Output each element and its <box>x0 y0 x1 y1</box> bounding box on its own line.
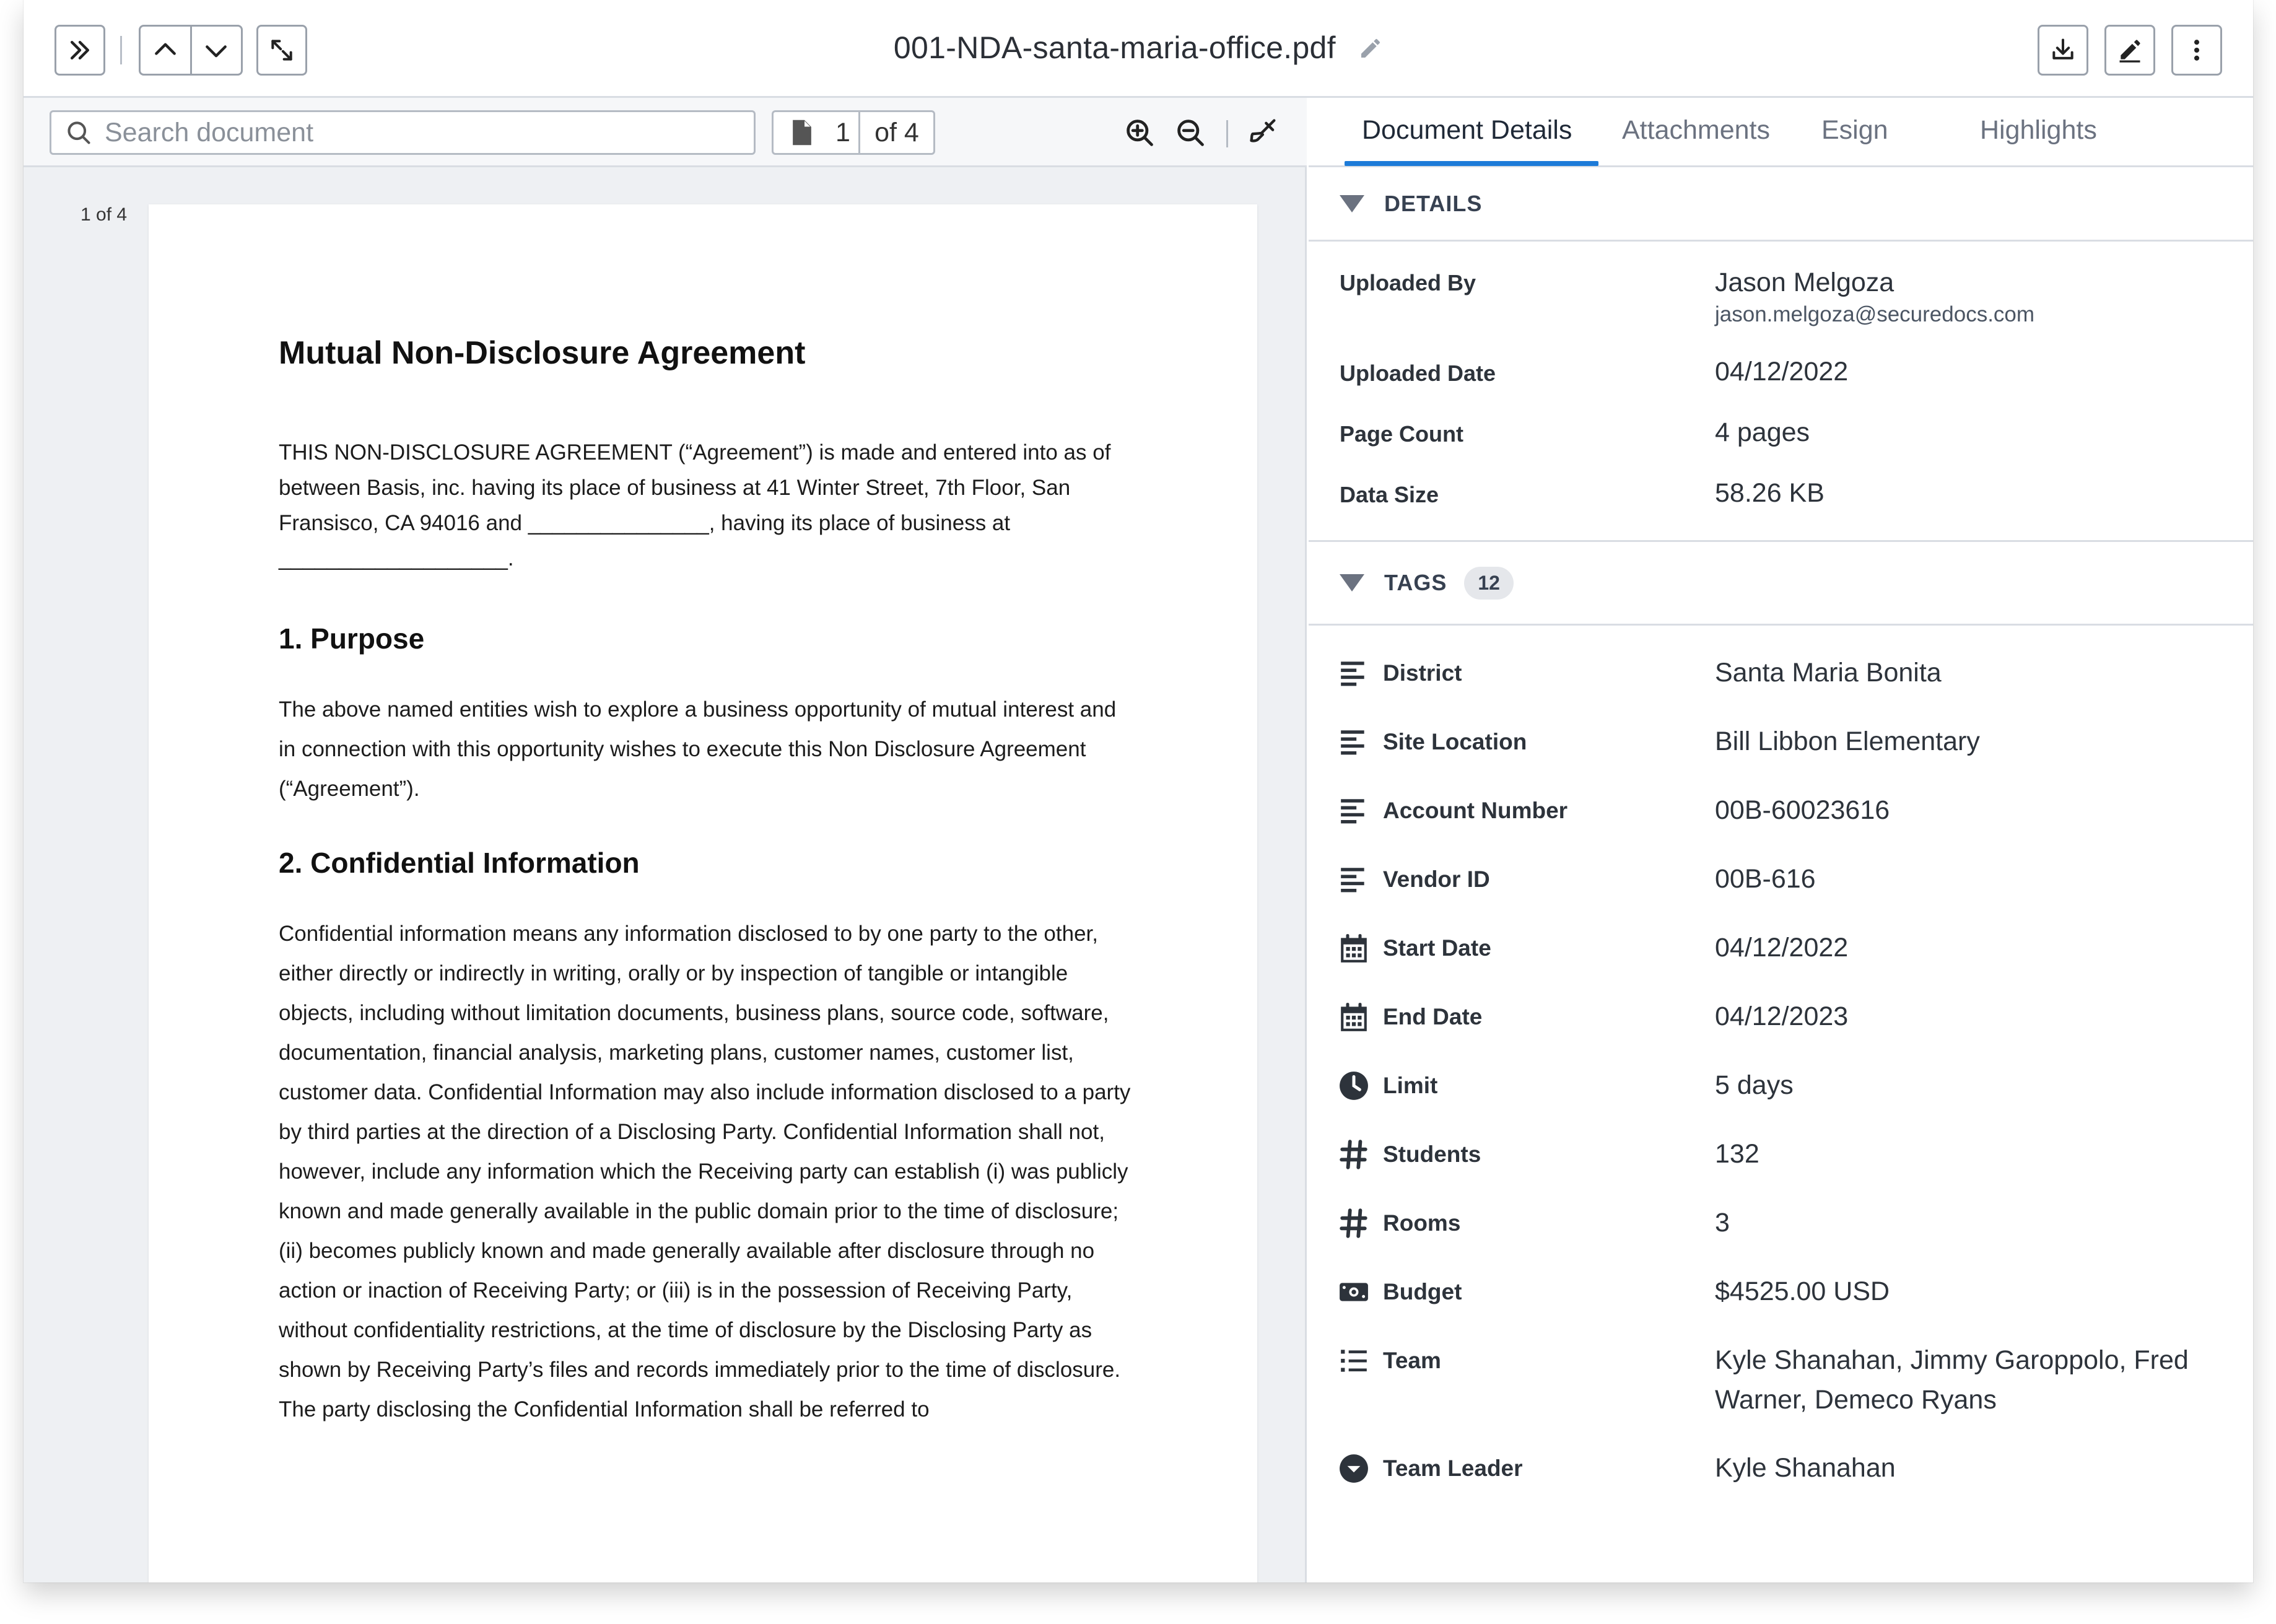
zoom-in-icon[interactable] <box>1123 116 1156 149</box>
data-size-value: 58.26 KB <box>1715 478 1825 508</box>
tag-label-limit: Limit <box>1383 1073 1438 1098</box>
tab-esign[interactable]: Esign <box>1821 115 1888 167</box>
page-number-field[interactable]: 1 <box>774 112 860 153</box>
clock-icon <box>1340 1072 1368 1100</box>
details-heading: DETAILS <box>1384 190 1483 216</box>
tag-value-vendor-id: 00B-616 <box>1715 864 1816 894</box>
more-options-button[interactable] <box>2171 25 2222 76</box>
tab-attachments[interactable]: Attachments <box>1622 115 1770 167</box>
page-indicator: 1 of 4 <box>81 204 128 225</box>
collapse-triangle-icon <box>1340 574 1364 592</box>
uploaded-date-label: Uploaded Date <box>1340 360 1496 386</box>
search-box[interactable] <box>50 110 756 155</box>
zoom-out-icon[interactable] <box>1174 116 1206 149</box>
active-tab-indicator <box>1345 161 1598 166</box>
tag-value-limit: 5 days <box>1715 1070 1794 1100</box>
sign-button[interactable] <box>2104 25 2155 76</box>
confidential-heading: 2. Confidential Information <box>279 847 640 879</box>
tag-value-account-number: 00B-60023616 <box>1715 795 1890 825</box>
confidential-paragraph: Confidential information means any infor… <box>279 922 1131 1421</box>
uploaded-by-name: Jason Melgoza <box>1715 268 1894 297</box>
details-section-header[interactable]: DETAILS <box>1309 167 2253 242</box>
tag-value-rooms: 3 <box>1715 1208 1730 1238</box>
details-panel: Document Details Attachments Esign Highl… <box>1309 98 2253 1583</box>
tab-bar: Document Details Attachments Esign Highl… <box>1309 98 2253 167</box>
current-page: 1 <box>835 117 850 147</box>
tag-value-team: Kyle Shanahan, Jimmy Garoppolo, Fred War… <box>1715 1345 2189 1415</box>
top-bar: 001-NDA-santa-maria-office.pdf <box>24 0 2253 98</box>
text-lines-icon <box>1341 799 1364 824</box>
tag-label-account-number: Account Number <box>1383 798 1568 823</box>
list-icon <box>1341 1350 1367 1372</box>
page-total: of 4 <box>874 117 919 147</box>
search-input[interactable] <box>105 117 724 148</box>
tag-label-district: District <box>1383 660 1462 686</box>
tag-label-budget: Budget <box>1383 1279 1462 1304</box>
toolbar-divider <box>1226 120 1228 147</box>
pdf-page: Mutual Non-Disclosure Agreement THIS NON… <box>149 204 1257 1583</box>
page-icon <box>793 120 811 146</box>
vertical-dots-icon <box>2194 40 2200 61</box>
tags-section-header[interactable]: TAGS 12 <box>1309 540 2253 626</box>
tags-heading: TAGS <box>1384 570 1447 595</box>
tag-label-site-location: Site Location <box>1383 729 1527 754</box>
uploaded-by-label: Uploaded By <box>1340 270 1476 295</box>
tag-value-district: Santa Maria Bonita <box>1715 658 1942 688</box>
tag-value-budget: $4525.00 USD <box>1715 1277 1890 1306</box>
page-selector[interactable]: 1 of 4 <box>772 110 935 155</box>
download-button[interactable] <box>2038 25 2088 76</box>
viewer-toolbar: 1 of 4 <box>24 98 1307 167</box>
document-heading: Mutual Non-Disclosure Agreement <box>279 335 806 371</box>
highlight-brush-icon[interactable] <box>1247 116 1280 149</box>
tag-label-team-leader: Team Leader <box>1383 1456 1523 1481</box>
data-size-label: Data Size <box>1340 482 1439 507</box>
tag-value-site-location: Bill Libbon Elementary <box>1715 727 1980 756</box>
pen-sign-icon <box>2119 40 2140 63</box>
search-icon <box>68 121 90 144</box>
money-icon <box>1340 1283 1368 1301</box>
document-title: 001-NDA-santa-maria-office.pdf <box>24 30 2253 66</box>
tag-value-students: 132 <box>1715 1139 1759 1169</box>
uploaded-by-email[interactable]: jason.melgoza@securedocs.com <box>1715 302 2034 327</box>
rename-pencil-icon[interactable] <box>1358 36 1383 61</box>
download-icon <box>2052 38 2073 59</box>
document-viewer-window: 001-NDA-santa-maria-office.pdf 1 of <box>24 0 2253 1583</box>
page-count-label: Page Count <box>1340 421 1464 447</box>
calendar-icon <box>1341 934 1367 963</box>
tag-value-end-date: 04/12/2023 <box>1715 1002 1849 1031</box>
tab-document-details[interactable]: Document Details <box>1362 115 1572 167</box>
tag-label-vendor-id: Vendor ID <box>1383 867 1490 892</box>
page-count-value: 4 pages <box>1715 417 1810 447</box>
hash-icon <box>1340 1140 1367 1169</box>
tag-value-start-date: 04/12/2022 <box>1715 933 1849 963</box>
collapse-triangle-icon <box>1340 194 1364 212</box>
purpose-paragraph: The above named entities wish to explore… <box>279 697 1117 801</box>
chevron-circle-icon <box>1340 1454 1368 1483</box>
document-viewer: 1 of 4 1 of 4 Mutual Non-Disclosure Agre… <box>24 98 1307 1583</box>
hash-icon <box>1340 1208 1367 1238</box>
text-lines-icon <box>1341 868 1364 893</box>
tags-count-badge: 12 <box>1464 566 1514 600</box>
tag-label-end-date: End Date <box>1383 1004 1483 1029</box>
tag-label-students: Students <box>1383 1142 1481 1167</box>
tag-label-rooms: Rooms <box>1383 1210 1461 1236</box>
text-lines-icon <box>1341 730 1364 755</box>
intro-paragraph: THIS NON-DISCLOSURE AGREEMENT (“Agreemen… <box>279 440 1111 570</box>
uploaded-date-value: 04/12/2022 <box>1715 357 1849 386</box>
purpose-heading: 1. Purpose <box>279 622 425 655</box>
tag-label-team: Team <box>1383 1348 1441 1373</box>
tag-label-start-date: Start Date <box>1383 935 1491 961</box>
tag-value-team-leader: Kyle Shanahan <box>1715 1453 1896 1483</box>
tab-highlights[interactable]: Highlights <box>1980 115 2097 167</box>
document-title-text: 001-NDA-santa-maria-office.pdf <box>893 30 1336 65</box>
calendar-icon <box>1341 1003 1367 1031</box>
text-lines-icon <box>1341 661 1364 686</box>
